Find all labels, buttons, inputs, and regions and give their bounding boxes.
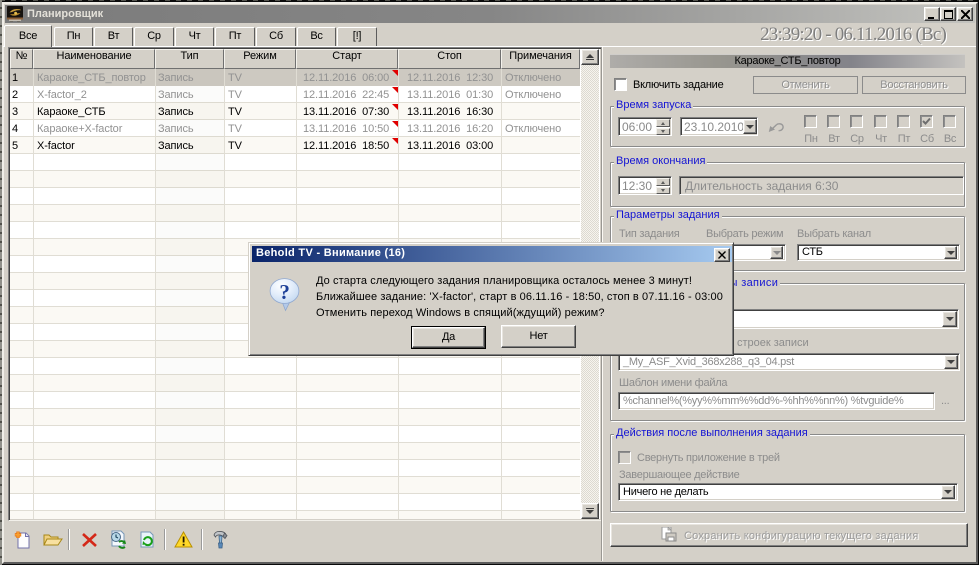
svg-text:?: ? <box>279 280 289 304</box>
